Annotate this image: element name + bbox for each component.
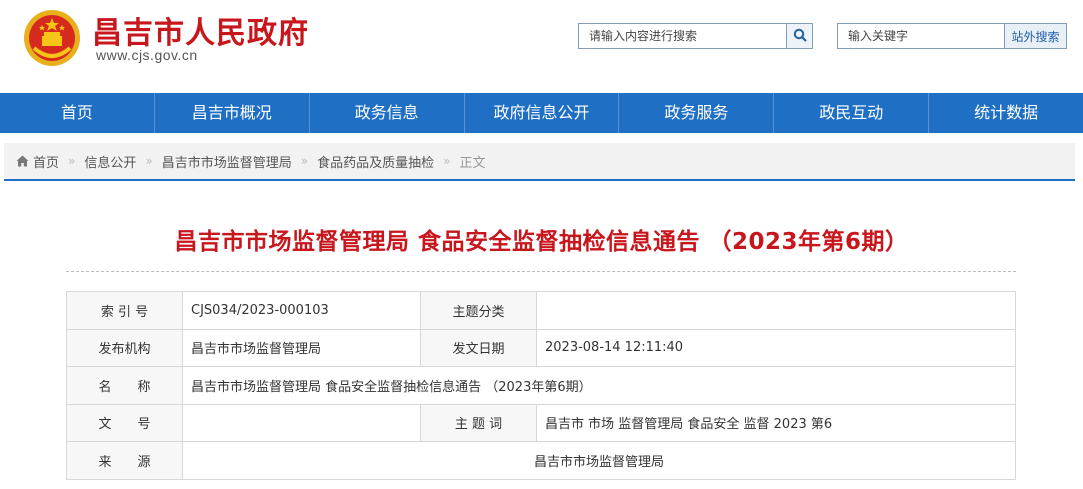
nav-item-gov-service[interactable]: 政务服务	[619, 93, 775, 133]
breadcrumb-separator: »	[443, 154, 451, 168]
breadcrumb-current: 正文	[459, 155, 486, 171]
breadcrumb-separator: »	[300, 154, 309, 168]
category-label: 主题分类	[420, 291, 537, 330]
table-row: 文 号 主 题 词 昌吉市 市场 监督管理局 食品安全 监督 2023 第6	[66, 403, 1016, 442]
external-search-button[interactable]: 站外搜索	[1004, 24, 1066, 48]
external-search-box: 输入关键字 站外搜索	[837, 23, 1067, 49]
breadcrumb-bureau[interactable]: 昌吉市市场监督管理局	[162, 152, 292, 171]
table-row: 来 源 昌吉市市场监督管理局	[66, 441, 1016, 480]
breadcrumb-separator: »	[145, 154, 153, 168]
publisher-label: 发布机构	[66, 328, 183, 367]
national-emblem-icon[interactable]	[22, 8, 82, 68]
publisher-value: 昌吉市市场监督管理局	[182, 328, 421, 367]
site-search-box: 请输入内容进行搜索	[578, 23, 813, 49]
table-row: 索 引 号 CJS034/2023-000103 主题分类	[66, 291, 1016, 330]
search-button[interactable]	[786, 24, 812, 48]
keywords-value: 昌吉市 市场 监督管理局 食品安全 监督 2023 第6	[536, 403, 1016, 442]
document-meta-table: 索 引 号 CJS034/2023-000103 主题分类 发布机构 昌吉市市场…	[66, 291, 1016, 480]
name-label: 名 称	[66, 366, 183, 405]
search-input[interactable]: 请输入内容进行搜索	[579, 24, 786, 48]
source-label: 来 源	[66, 441, 183, 480]
site-header: 昌吉市人民政府 www.cjs.gov.cn 请输入内容进行搜索 输入关键字 站…	[0, 0, 1083, 93]
nav-item-interaction[interactable]: 政民互动	[774, 93, 930, 133]
breadcrumb-info-disclosure[interactable]: 信息公开	[84, 152, 136, 171]
title-divider	[66, 271, 1016, 272]
home-icon	[16, 155, 29, 167]
search-icon	[793, 27, 807, 46]
index-label: 索 引 号	[66, 291, 183, 330]
breadcrumb-category[interactable]: 食品药品及质量抽检	[317, 152, 434, 171]
docno-label: 文 号	[66, 403, 183, 442]
main-nav: 首页 昌吉市概况 政务信息 政府信息公开 政务服务 政民互动 统计数据	[0, 93, 1083, 133]
date-value: 2023-08-14 12:11:40	[536, 328, 1016, 367]
nav-item-home[interactable]: 首页	[0, 93, 155, 133]
nav-item-info-disclosure[interactable]: 政府信息公开	[465, 93, 620, 133]
index-value: CJS034/2023-000103	[182, 291, 421, 330]
source-value: 昌吉市市场监督管理局	[182, 441, 1016, 480]
keyword-input[interactable]: 输入关键字	[838, 24, 1004, 48]
breadcrumb: 首页 » 信息公开 » 昌吉市市场监督管理局 » 食品药品及质量抽检 » 正文	[4, 143, 1075, 181]
article-title: 昌吉市市场监督管理局 食品安全监督抽检信息通告 （2023年第6期）	[174, 229, 909, 255]
site-title[interactable]: 昌吉市人民政府	[92, 8, 309, 52]
date-label: 发文日期	[420, 328, 537, 367]
nav-item-overview[interactable]: 昌吉市概况	[155, 93, 310, 133]
nav-item-gov-info[interactable]: 政务信息	[310, 93, 465, 133]
keywords-label: 主 题 词	[420, 403, 537, 442]
table-row: 发布机构 昌吉市市场监督管理局 发文日期 2023-08-14 12:11:40	[66, 328, 1016, 367]
name-value: 昌吉市市场监督管理局 食品安全监督抽检信息通告 （2023年第6期）	[182, 366, 1016, 405]
breadcrumb-separator: »	[68, 154, 76, 168]
table-row: 名 称 昌吉市市场监督管理局 食品安全监督抽检信息通告 （2023年第6期）	[66, 366, 1016, 405]
category-value	[536, 291, 1016, 330]
nav-item-statistics[interactable]: 统计数据	[929, 93, 1083, 133]
breadcrumb-home[interactable]: 首页	[33, 152, 59, 171]
site-url: www.cjs.gov.cn	[96, 47, 198, 63]
docno-value	[182, 403, 421, 442]
